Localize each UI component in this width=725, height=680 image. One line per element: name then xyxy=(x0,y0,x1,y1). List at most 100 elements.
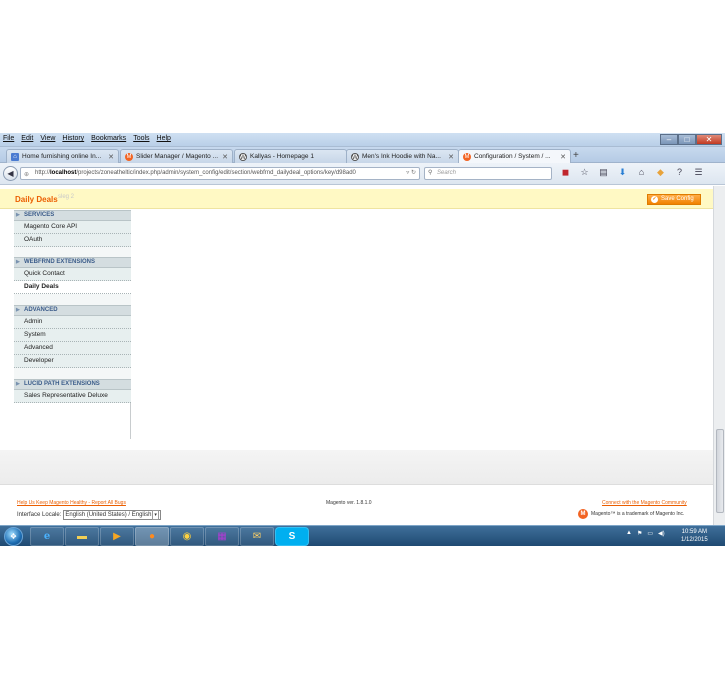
page-footer: Help Us Keep Magento Healthy - Report Al… xyxy=(0,484,713,525)
flag-icon[interactable]: ⚑ xyxy=(637,530,642,537)
volume-icon[interactable]: ◀) xyxy=(658,530,665,537)
tab-home-furnishing[interactable]: ⌂ Home furnishing online In... ✕ xyxy=(6,149,119,163)
tab-kallyas-homepage[interactable]: W Kallyas - Homepage 1 xyxy=(234,149,347,163)
page-title: Daily Deals xyxy=(15,195,58,204)
section-header-label: ADVANCED xyxy=(24,307,58,313)
menu-bookmarks[interactable]: Bookmarks xyxy=(91,135,126,142)
sidebar-item-sales-representative[interactable]: Sales Representative Deluxe xyxy=(14,390,131,403)
magento-logo-icon: M xyxy=(578,509,588,519)
url-prefix: http:// xyxy=(35,170,51,176)
sidebar-item-daily-deals[interactable]: Daily Deals xyxy=(14,281,131,294)
close-icon[interactable]: ✕ xyxy=(560,153,566,161)
window-controls: – □ ✕ xyxy=(660,134,722,145)
system-tray: ▲ ⚑ ▭ ◀) xyxy=(626,530,665,537)
sidebar-item-oauth[interactable]: OAuth xyxy=(14,234,131,247)
close-window-button[interactable]: ✕ xyxy=(696,134,722,145)
taskbar-apps: e ▬ ▶ ● ◉ ▦ ✉ S xyxy=(30,527,309,546)
tab-mens-ink-hoodie[interactable]: W Men's Ink Hoodie with Na... ✕ xyxy=(346,149,459,163)
windows-taskbar: ❖ e ▬ ▶ ● ◉ ▦ ✉ S ▲ ⚑ ▭ ◀) 10:59 AM 1/12… xyxy=(0,525,725,546)
folder-icon[interactable]: ▬ xyxy=(65,527,99,546)
section-spacer xyxy=(14,294,131,305)
sidebar-item-developer[interactable]: Developer xyxy=(14,355,131,368)
url-host: localhost xyxy=(50,170,77,176)
sidebar-item-admin[interactable]: Admin xyxy=(14,316,131,329)
save-config-button[interactable]: ✓ Save Config xyxy=(647,194,701,205)
community-link[interactable]: Connect with the Magento Community xyxy=(602,500,687,506)
menu-help[interactable]: Help xyxy=(157,135,171,142)
tray-arrow-icon[interactable]: ▲ xyxy=(626,530,632,537)
tab-label: Home furnishing online In... xyxy=(22,153,102,160)
page-header-bar: Daily Deals sleg 2 ✓ Save Config xyxy=(0,189,713,209)
sidebar-item-system[interactable]: System xyxy=(14,329,131,342)
locale-select[interactable]: English (United States) / English ▾ xyxy=(63,510,161,520)
clipboard-icon[interactable]: ▤ xyxy=(598,167,609,178)
internet-explorer-icon[interactable]: e xyxy=(30,527,64,546)
section-header-services[interactable]: ▶ SERVICES xyxy=(14,210,131,221)
menu-file[interactable]: File xyxy=(3,135,14,142)
close-icon[interactable]: ✕ xyxy=(108,153,114,161)
tab-configuration[interactable]: M Configuration / System / ... ✕ xyxy=(458,149,571,163)
feedback-icon[interactable]: ? xyxy=(674,167,685,178)
wordpress-icon: W xyxy=(239,152,247,161)
section-header-label: WEBFRND EXTENSIONS xyxy=(24,259,96,265)
sidebar-item-magento-core-api[interactable]: Magento Core API xyxy=(14,221,131,234)
home-icon: ⌂ xyxy=(11,152,19,161)
tab-label: Men's Ink Hoodie with Na... xyxy=(362,153,441,160)
navigation-toolbar: ◀ ⊕ http://localhost/projects/zoneathelt… xyxy=(0,163,725,185)
trademark-row: M Magento™ is a trademark of Magento Inc… xyxy=(578,509,684,519)
locale-label: Interface Locale: xyxy=(17,512,62,518)
extension-icon[interactable]: ◆ xyxy=(655,167,666,178)
reload-icon[interactable]: ▿ ↻ xyxy=(406,168,416,179)
bookmark-star-icon[interactable]: ☆ xyxy=(579,167,590,178)
firefox-icon[interactable]: ● xyxy=(135,527,169,546)
menu-edit[interactable]: Edit xyxy=(21,135,33,142)
section-header-webfrnd[interactable]: ▶ WEBFRND EXTENSIONS xyxy=(14,257,131,268)
home-button-icon[interactable]: ⌂ xyxy=(636,167,647,178)
globe-icon: ⊕ xyxy=(24,172,30,178)
media-player-icon[interactable]: ▶ xyxy=(100,527,134,546)
magento-icon: M xyxy=(463,152,471,161)
config-sidebar: ▶ SERVICES Magento Core API OAuth ▶ WEBF… xyxy=(14,210,131,439)
check-icon: ✓ xyxy=(651,196,658,203)
section-header-advanced[interactable]: ▶ ADVANCED xyxy=(14,305,131,316)
report-bugs-link[interactable]: Help Us Keep Magento Healthy - Report Al… xyxy=(17,500,126,506)
tab-label: Configuration / System / ... xyxy=(474,153,551,160)
sidebar-item-advanced[interactable]: Advanced xyxy=(14,342,131,355)
maximize-button[interactable]: □ xyxy=(678,134,696,145)
chrome-icon[interactable]: ◉ xyxy=(170,527,204,546)
close-icon[interactable]: ✕ xyxy=(448,153,454,161)
menu-tools[interactable]: Tools xyxy=(133,135,149,142)
menu-items: File Edit View History Bookmarks Tools H… xyxy=(3,135,171,142)
minimize-button[interactable]: – xyxy=(660,134,678,145)
search-icon: ⚲ xyxy=(428,170,433,176)
locale-row: Interface Locale: English (United States… xyxy=(17,510,161,520)
vertical-scrollbar[interactable] xyxy=(713,186,725,525)
tab-slider-manager[interactable]: M Slider Manager / Magento ... ✕ xyxy=(120,149,233,163)
section-header-lucid-path[interactable]: ▶ LUCID PATH EXTENSIONS xyxy=(14,379,131,390)
windows-start-icon[interactable]: ❖ xyxy=(4,527,23,546)
menu-icon[interactable]: ☰ xyxy=(693,167,704,178)
magento-version: Magento ver. 1.8.1.0 xyxy=(326,500,372,506)
network-icon[interactable]: ▭ xyxy=(647,530,653,537)
close-icon[interactable]: ✕ xyxy=(222,153,228,161)
addon-icon[interactable]: ◼ xyxy=(560,167,571,178)
menu-view[interactable]: View xyxy=(40,135,55,142)
back-button[interactable]: ◀ xyxy=(3,166,18,181)
winrar-icon[interactable]: ▦ xyxy=(205,527,239,546)
skype-icon[interactable]: S xyxy=(275,527,309,546)
search-input[interactable]: ⚲ Search xyxy=(424,167,552,180)
search-placeholder: Search xyxy=(437,170,457,176)
trademark-text: Magento™ is a trademark of Magento Inc. xyxy=(591,511,685,517)
sidebar-item-quick-contact[interactable]: Quick Contact xyxy=(14,268,131,281)
clock[interactable]: 10:59 AM 1/12/2015 xyxy=(681,528,708,544)
scrollbar-thumb[interactable] xyxy=(716,429,724,513)
section-spacer xyxy=(14,247,131,257)
magento-icon: M xyxy=(125,152,133,161)
menu-history[interactable]: History xyxy=(62,135,84,142)
download-icon[interactable]: ⬇ xyxy=(617,167,628,178)
outlook-icon[interactable]: ✉ xyxy=(240,527,274,546)
new-tab-button[interactable]: + xyxy=(573,150,579,161)
url-bar[interactable]: ⊕ http://localhost/projects/zoneatheltic… xyxy=(20,167,420,180)
clock-time: 10:59 AM xyxy=(681,529,708,535)
chevron-right-icon: ▶ xyxy=(16,381,20,387)
